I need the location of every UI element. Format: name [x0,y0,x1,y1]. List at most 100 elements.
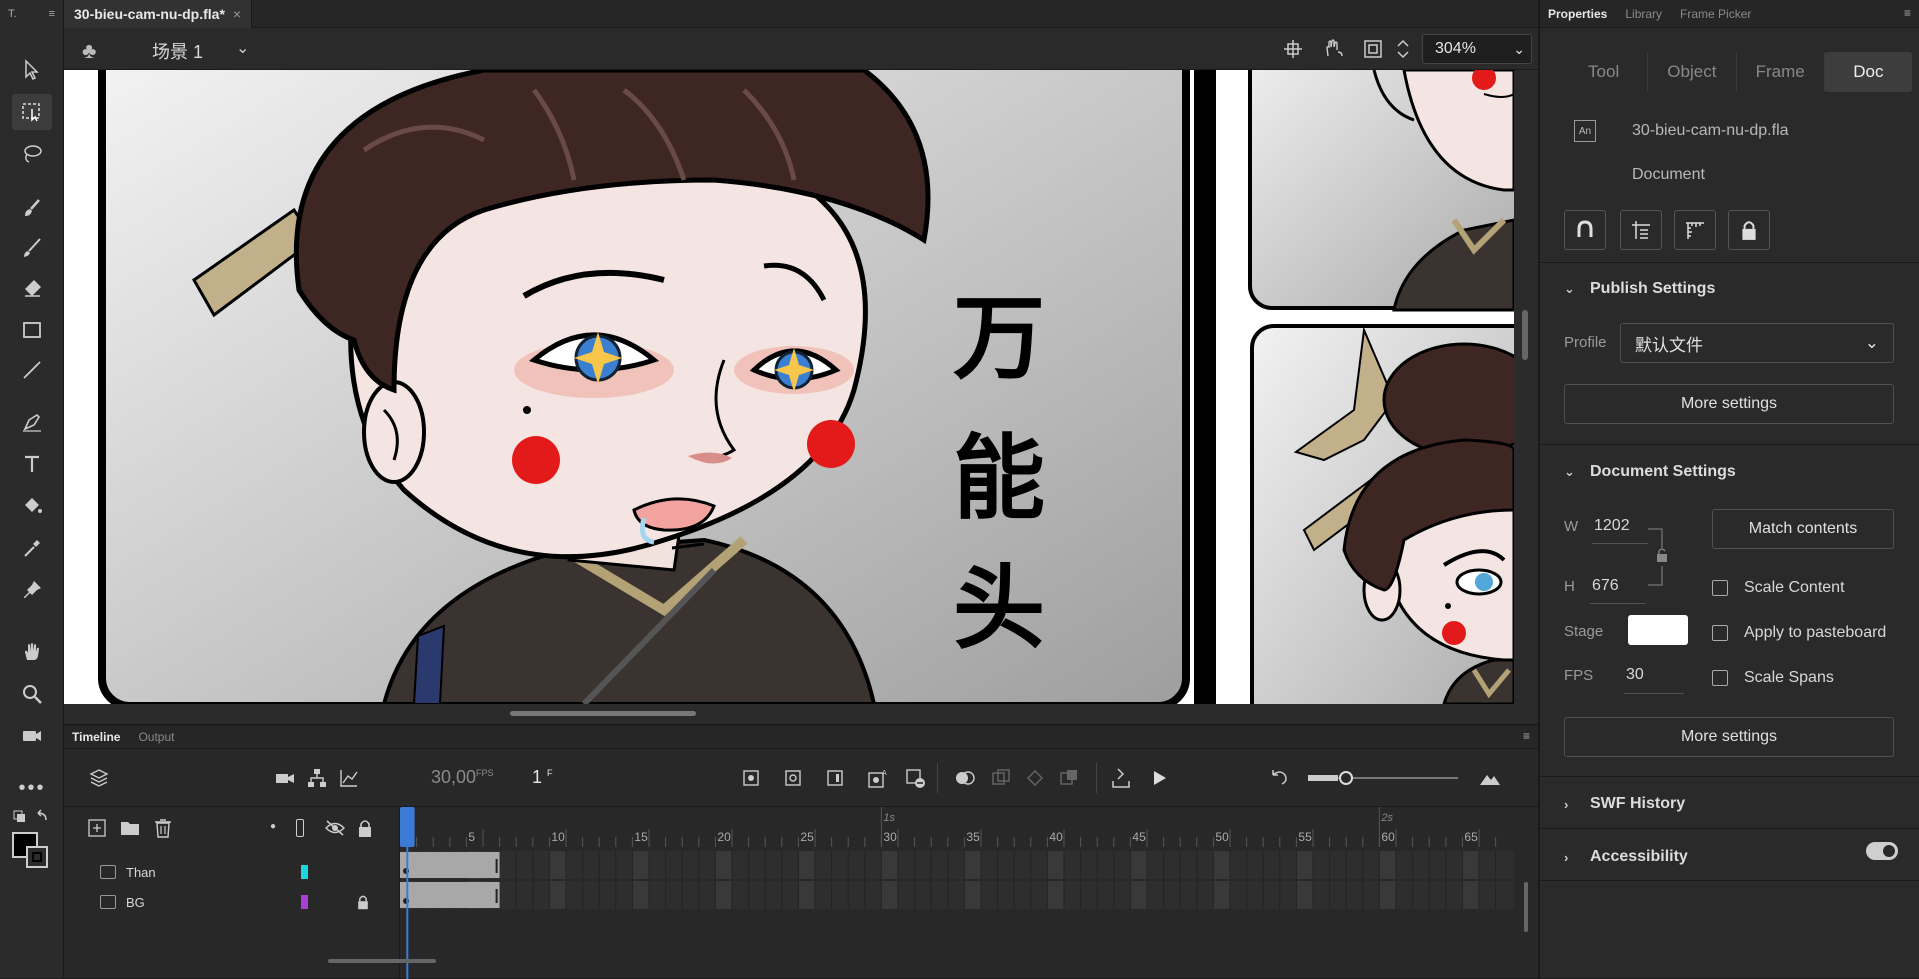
eyedropper-tool[interactable] [12,530,52,566]
segment-doc[interactable]: Doc [1824,52,1912,92]
eraser-tool[interactable] [12,270,52,306]
center-stage-icon[interactable] [1282,38,1304,60]
dot-icon[interactable]: ● [270,821,276,832]
play-icon[interactable] [1148,767,1170,789]
document-more-settings-button[interactable]: More settings [1564,717,1894,757]
insert-blank-keyframe-icon[interactable] [782,767,804,789]
timeline-vertical-scrollbar[interactable] [1514,807,1538,979]
publish-more-settings-button[interactable]: More settings [1564,384,1894,424]
clip-content-icon[interactable] [1362,38,1384,60]
accessibility-header[interactable]: › Accessibility [1564,848,1688,866]
new-folder-icon[interactable] [120,819,140,837]
lock-icon[interactable] [356,894,370,910]
loop-icon[interactable] [1110,767,1132,789]
accessibility-toggle[interactable] [1866,842,1898,860]
bone-tool[interactable] [12,572,52,608]
chevron-down-icon[interactable]: ⌄ [1513,41,1525,58]
swf-history-header[interactable]: › SWF History [1564,795,1685,813]
panel-menu-icon[interactable]: ≡ [1523,729,1530,743]
free-transform-tool[interactable] [12,94,52,130]
scrollbar-thumb[interactable] [510,711,696,716]
camera-icon[interactable] [274,767,296,789]
profile-select[interactable]: 默认文件 ⌄ [1620,323,1894,363]
layer-color-swatch[interactable] [301,895,308,909]
zoom-field[interactable]: 304% ⌄ [1422,34,1532,64]
layer-name[interactable]: Than [126,865,156,880]
undo-icon[interactable] [1268,767,1290,789]
scrollbar-thumb[interactable] [1522,310,1528,360]
layers-icon[interactable] [88,767,110,789]
lasso-tool[interactable] [12,136,52,172]
segment-frame[interactable]: Frame [1737,52,1825,92]
onion-skin-icon[interactable] [954,767,976,789]
current-frame-display[interactable]: 1 F [532,767,553,788]
hand-tool[interactable] [12,634,52,670]
paint-bucket-tool[interactable] [12,488,52,524]
stage[interactable]: 万 能 头 [64,70,1514,704]
insert-frame-icon[interactable] [824,767,846,789]
scale-spans-checkbox[interactable] [1712,670,1728,686]
height-field[interactable]: 676 [1592,577,1619,595]
layer-row-bg[interactable]: BG [64,887,400,917]
camera-tool[interactable] [12,718,52,754]
zoom-stepper-icon[interactable] [1396,38,1410,60]
layer-row-than[interactable]: Than [64,857,400,887]
tab-properties[interactable]: Properties [1548,7,1607,21]
document-settings-header[interactable]: ⌄ Document Settings [1564,463,1736,481]
zoom-tool[interactable] [12,676,52,712]
layer-parenting-icon[interactable] [306,767,328,789]
chevron-down-icon[interactable]: ⌄ [236,38,249,58]
scale-content-checkbox[interactable] [1712,580,1728,596]
swap-colors-icon[interactable] [12,808,52,828]
guides-button[interactable] [1620,210,1662,250]
pen-tool[interactable] [12,404,52,440]
text-tool[interactable] [12,446,52,482]
segment-object[interactable]: Object [1648,52,1737,92]
toolbar-menu-icon[interactable]: ≡ [49,8,55,20]
snap-magnet-button[interactable] [1564,210,1606,250]
slider-knob[interactable] [1339,771,1353,785]
auto-keyframe-icon[interactable]: A [866,767,888,789]
outline-toggle-icon[interactable] [296,819,304,837]
link-dimensions-icon[interactable] [1648,528,1670,586]
document-tab[interactable]: 30-bieu-cam-nu-dp.fla* × [64,0,253,28]
panel-menu-icon[interactable]: ≡ [1904,6,1911,20]
width-field[interactable]: 1202 [1594,517,1630,535]
apply-to-pasteboard-checkbox[interactable] [1712,625,1728,641]
mountains-icon[interactable] [1479,767,1501,789]
fps-field[interactable]: 30 [1626,666,1644,684]
fill-color-swatch[interactable] [26,846,48,868]
rotate-stage-icon[interactable] [1322,38,1344,60]
layer-color-swatch[interactable] [301,865,308,879]
stage-horizontal-scrollbar[interactable] [64,704,1538,724]
tab-frame-picker[interactable]: Frame Picker [1680,7,1751,21]
stage-color-swatch[interactable] [1628,615,1688,645]
scrollbar-thumb[interactable] [1524,882,1528,932]
paint-brush-tool[interactable] [12,190,52,226]
lock-icon[interactable] [357,818,373,838]
segment-tool[interactable]: Tool [1560,52,1649,92]
new-layer-icon[interactable] [88,819,106,837]
insert-keyframe-icon[interactable] [740,767,762,789]
stage-vertical-scrollbar[interactable] [1514,70,1538,704]
frame-grid[interactable]: 1s 2s 5 10 15 20 25 30 35 40 45 50 55 60 65 [400,807,1514,979]
clubs-icon[interactable]: ♣ [82,38,96,64]
eye-hidden-icon[interactable] [324,819,346,837]
tab-output[interactable]: Output [138,730,174,744]
match-contents-button[interactable]: Match contents [1712,509,1894,549]
layer-name[interactable]: BG [126,895,145,910]
clear-keyframe-icon[interactable] [904,767,926,789]
close-tab-icon[interactable]: × [233,6,241,22]
rectangle-tool[interactable] [12,312,52,348]
scene-name[interactable]: 场景 1 [152,38,203,64]
trash-icon[interactable] [154,818,172,838]
fps-display[interactable]: 30,00FPS [431,767,494,788]
selection-tool[interactable] [12,52,52,88]
rulers-button[interactable] [1674,210,1716,250]
tab-timeline[interactable]: Timeline [72,730,120,744]
graph-icon[interactable] [338,767,360,789]
more-tools-button[interactable]: ••• [12,770,52,806]
tab-library[interactable]: Library [1625,7,1662,21]
lock-guides-button[interactable] [1728,210,1770,250]
line-tool[interactable] [12,352,52,388]
